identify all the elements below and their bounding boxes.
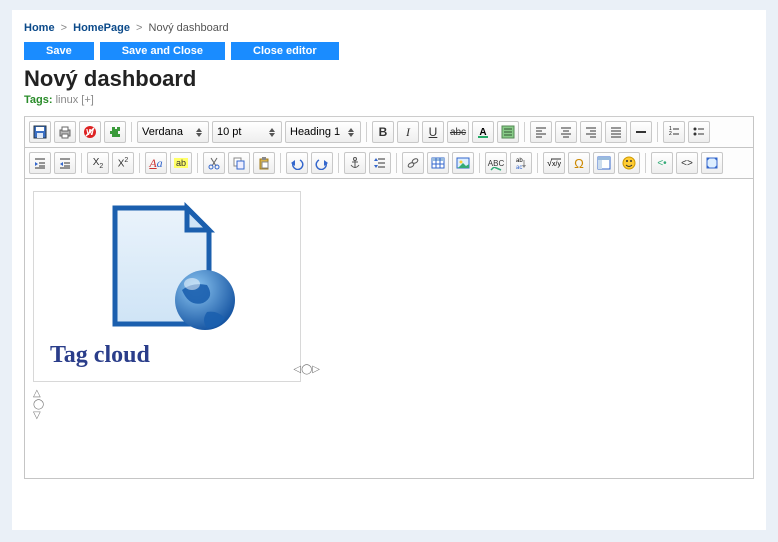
align-center-icon[interactable] — [555, 121, 577, 143]
font-color-icon[interactable]: A — [472, 121, 494, 143]
svg-text:ab: ab — [516, 158, 523, 164]
emoticon-icon[interactable] — [618, 152, 640, 174]
font-family-value: Verdana — [142, 126, 183, 138]
editor: W Verdana 10 pt Heading 1 B I U abc — [24, 116, 754, 479]
title-row: Nový dashboard — [12, 66, 766, 94]
tags-row: Tags: linux [+] — [12, 94, 766, 112]
toolbar-row-1: W Verdana 10 pt Heading 1 B I U abc — [24, 117, 754, 148]
superscript-icon[interactable]: X2 — [112, 152, 134, 174]
fullscreen-icon[interactable] — [701, 152, 723, 174]
font-size-value: 10 pt — [217, 126, 241, 138]
undo-icon[interactable] — [286, 152, 308, 174]
background-color-icon[interactable] — [497, 121, 519, 143]
widget-icon — [40, 202, 294, 332]
outdent-icon[interactable] — [54, 152, 76, 174]
subscript-icon[interactable]: X2 — [87, 152, 109, 174]
widget-label: Tag cloud — [40, 332, 294, 375]
template-icon[interactable] — [593, 152, 615, 174]
plugin-icon[interactable] — [104, 121, 126, 143]
font-format-icon[interactable]: Aa — [145, 152, 167, 174]
action-bar: Save Save and Close Close editor — [12, 42, 766, 66]
copy-icon[interactable] — [228, 152, 250, 174]
toolbar-row-2: X2 X2 Aa ab ABC abac √x/y Ω — [24, 148, 754, 179]
block-format-select[interactable]: Heading 1 — [285, 121, 361, 143]
horizontal-rule-icon[interactable] — [630, 121, 652, 143]
resize-vertical-handle[interactable]: △◯▽ — [33, 388, 44, 421]
paste-icon[interactable] — [253, 152, 275, 174]
breadcrumb-sep: > — [133, 22, 145, 34]
breadcrumb-sep: > — [58, 22, 70, 34]
bold-icon[interactable]: B — [372, 121, 394, 143]
ordered-list-icon[interactable]: 12 — [663, 121, 685, 143]
breadcrumb: Home > HomePage > Nový dashboard — [12, 22, 766, 42]
no-wiki-icon[interactable]: W — [79, 121, 101, 143]
line-spacing-icon[interactable] — [369, 152, 391, 174]
breadcrumb-current: Nový dashboard — [149, 22, 229, 34]
breadcrumb-homepage-link[interactable]: HomePage — [73, 22, 130, 34]
indent-icon[interactable] — [29, 152, 51, 174]
special-char-icon[interactable]: Ω — [568, 152, 590, 174]
anchor-icon[interactable] — [344, 152, 366, 174]
unordered-list-icon[interactable] — [688, 121, 710, 143]
strikethrough-icon[interactable]: abc — [447, 121, 469, 143]
table-icon[interactable] — [427, 152, 449, 174]
resize-horizontal-handle[interactable]: ◁◯▷ — [293, 364, 320, 375]
block-format-value: Heading 1 — [290, 126, 340, 138]
tags-label: Tags: — [24, 94, 53, 106]
align-right-icon[interactable] — [580, 121, 602, 143]
italic-icon[interactable]: I — [397, 121, 419, 143]
source-code-icon[interactable]: <> — [676, 152, 698, 174]
save-icon[interactable] — [29, 121, 51, 143]
highlight-icon[interactable]: ab — [170, 152, 192, 174]
widget-tag-cloud[interactable]: Tag cloud ◁◯▷ — [33, 191, 301, 382]
svg-text:ac: ac — [516, 165, 522, 170]
cut-icon[interactable] — [203, 152, 225, 174]
find-replace-icon[interactable]: abac — [510, 152, 532, 174]
align-justify-icon[interactable] — [605, 121, 627, 143]
tags-add-button[interactable]: [+] — [81, 94, 94, 106]
tags-value: linux — [56, 94, 79, 106]
source-left-icon[interactable]: <• — [651, 152, 673, 174]
underline-icon[interactable]: U — [422, 121, 444, 143]
equation-icon[interactable]: √x/y — [543, 152, 565, 174]
breadcrumb-home-link[interactable]: Home — [24, 22, 55, 34]
align-left-icon[interactable] — [530, 121, 552, 143]
font-family-select[interactable]: Verdana — [137, 121, 209, 143]
close-editor-button[interactable]: Close editor — [231, 42, 339, 60]
spellcheck-icon[interactable]: ABC — [485, 152, 507, 174]
document-globe-icon — [87, 202, 247, 332]
editor-body[interactable]: Tag cloud ◁◯▷ △◯▽ — [24, 179, 754, 479]
svg-text:2: 2 — [669, 131, 672, 137]
save-close-button[interactable]: Save and Close — [100, 42, 225, 60]
page-container: Home > HomePage > Nový dashboard Save Sa… — [12, 10, 766, 530]
image-icon[interactable] — [452, 152, 474, 174]
font-size-select[interactable]: 10 pt — [212, 121, 282, 143]
link-icon[interactable] — [402, 152, 424, 174]
svg-text:x/y: x/y — [552, 161, 561, 168]
page-title: Nový dashboard — [24, 66, 754, 92]
save-button[interactable]: Save — [24, 42, 94, 60]
redo-icon[interactable] — [311, 152, 333, 174]
print-icon[interactable] — [54, 121, 76, 143]
